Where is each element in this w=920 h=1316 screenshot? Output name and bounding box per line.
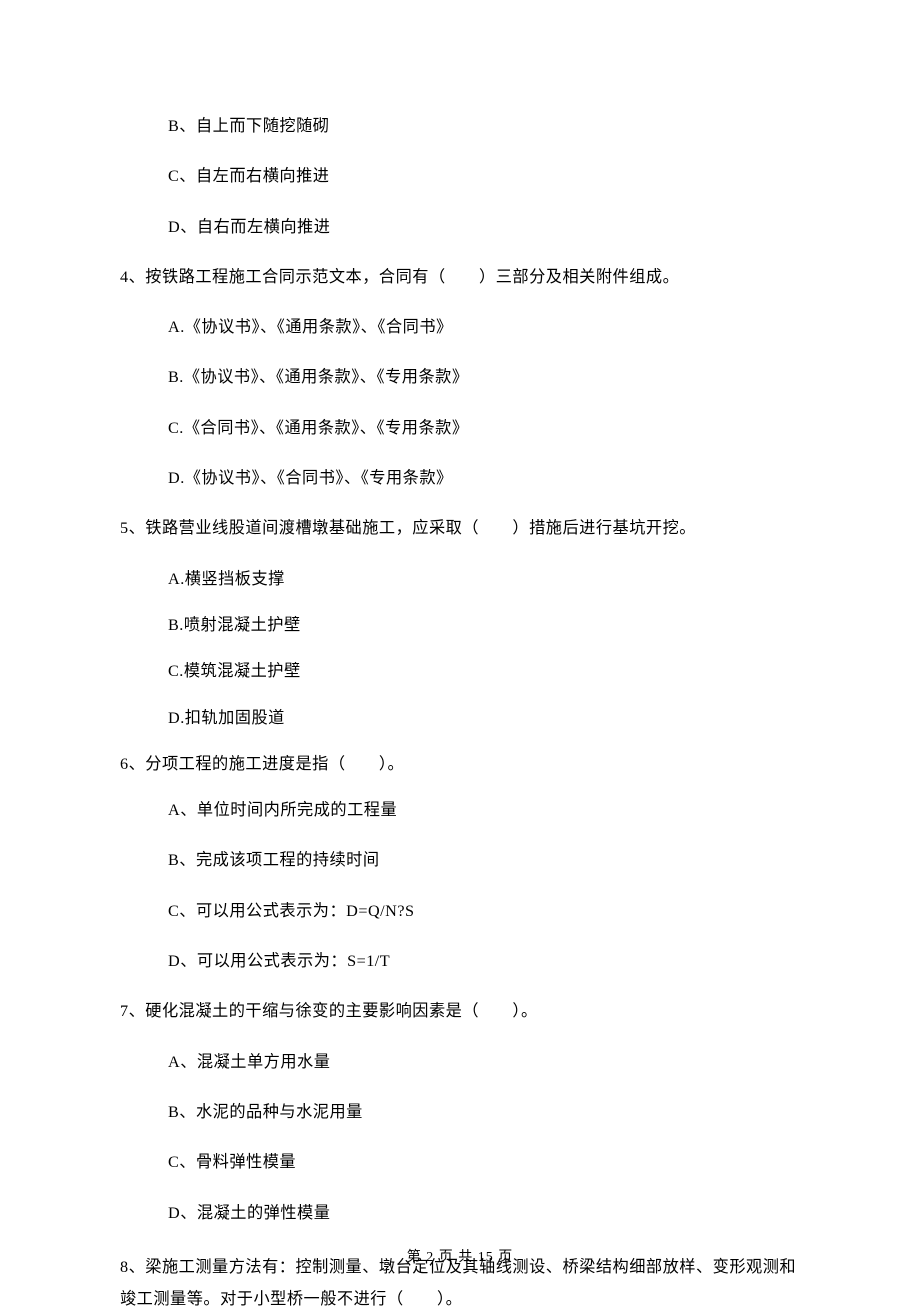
option-item: B、完成该项工程的持续时间 bbox=[168, 848, 800, 872]
page-footer: 第 2 页 共 15 页 bbox=[0, 1246, 920, 1266]
option-item: D.扣轨加固股道 bbox=[168, 706, 800, 730]
option-item: B.喷射混凝土护壁 bbox=[168, 613, 800, 637]
option-item: C.《合同书》、《通用条款》、《专用条款》 bbox=[168, 416, 800, 440]
option-item: D.《协议书》、《合同书》、《专用条款》 bbox=[168, 466, 800, 490]
option-item: A、混凝土单方用水量 bbox=[168, 1050, 800, 1074]
question-6: 6、分项工程的施工进度是指（ ）。 bbox=[120, 752, 800, 776]
option-item: A、单位时间内所完成的工程量 bbox=[168, 798, 800, 822]
option-item: C、自左而右横向推进 bbox=[168, 164, 800, 188]
option-item: A.《协议书》、《通用条款》、《合同书》 bbox=[168, 315, 800, 339]
question-5: 5、铁路营业线股道间渡槽墩基础施工，应采取（ ）措施后进行基坑开挖。 bbox=[120, 516, 800, 540]
option-item: A.横竖挡板支撑 bbox=[168, 567, 800, 591]
option-item: B、水泥的品种与水泥用量 bbox=[168, 1100, 800, 1124]
option-item: D、混凝土的弹性模量 bbox=[168, 1201, 800, 1225]
document-content: B、自上而下随挖随砌 C、自左而右横向推进 D、自右而左横向推进 4、按铁路工程… bbox=[0, 0, 920, 1316]
option-item: D、自右而左横向推进 bbox=[168, 215, 800, 239]
option-item: B、自上而下随挖随砌 bbox=[168, 114, 800, 138]
question-7: 7、硬化混凝土的干缩与徐变的主要影响因素是（ ）。 bbox=[120, 999, 800, 1023]
option-item: D、可以用公式表示为：S=1/T bbox=[168, 949, 800, 973]
option-item: C.模筑混凝土护壁 bbox=[168, 659, 800, 683]
question-4: 4、按铁路工程施工合同示范文本，合同有（ ）三部分及相关附件组成。 bbox=[120, 265, 800, 289]
option-item: C、可以用公式表示为：D=Q/N?S bbox=[168, 899, 800, 923]
option-item: B.《协议书》、《通用条款》、《专用条款》 bbox=[168, 365, 800, 389]
option-item: C、骨料弹性模量 bbox=[168, 1150, 800, 1174]
